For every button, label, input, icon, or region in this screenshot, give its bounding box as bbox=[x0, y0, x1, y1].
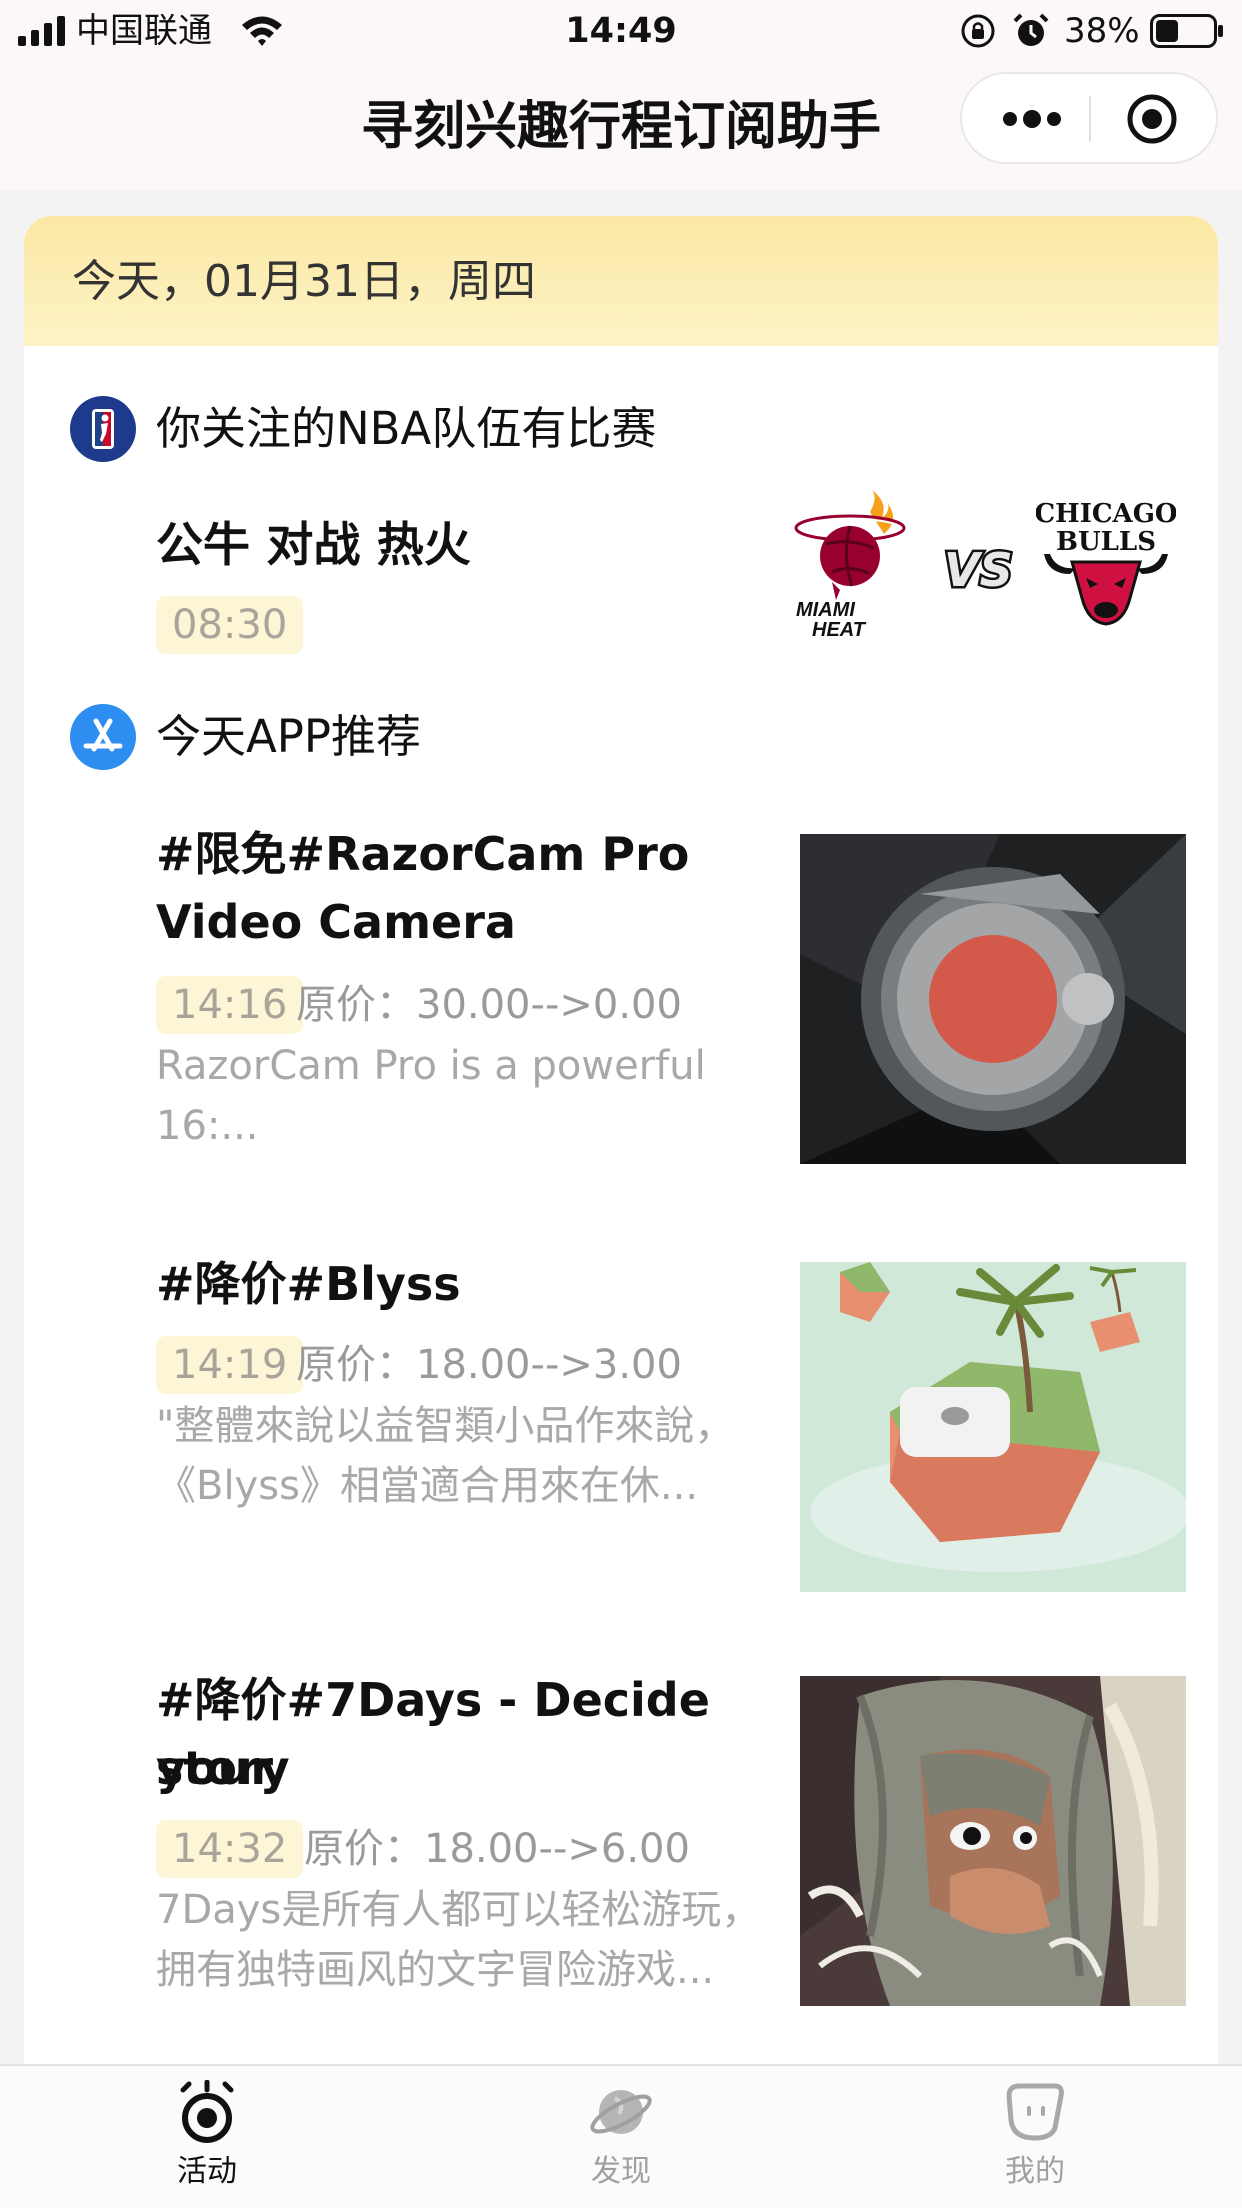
app-time-badge: 14:32 bbox=[156, 1820, 304, 1878]
nav-bar: 寻刻兴趣行程订阅助手 bbox=[0, 64, 1242, 190]
alarm-icon bbox=[1013, 13, 1049, 46]
app-description: 7Days是所有人都可以轻松游玩， bbox=[156, 1887, 762, 1933]
tab-label: 活动 bbox=[177, 2154, 237, 2189]
more-icon[interactable] bbox=[1000, 98, 1064, 140]
vs-label: VS bbox=[942, 541, 1016, 599]
price-change: 原价：18.00-->6.00 bbox=[304, 1826, 690, 1872]
planet-icon bbox=[590, 2090, 652, 2134]
app-title-line2: story bbox=[156, 1741, 290, 1795]
app-title: #限免#RazorCam Pro bbox=[156, 827, 690, 881]
chicago-bulls-logo: CHICAGO BULLS bbox=[1036, 499, 1176, 626]
mini-program-capsule bbox=[960, 72, 1218, 164]
heat-logo-word-2: HEAT bbox=[812, 619, 867, 638]
tab-activity[interactable]: 活动 bbox=[0, 2066, 414, 2208]
rotation-lock-icon bbox=[961, 14, 995, 48]
profile-icon bbox=[1006, 2083, 1064, 2141]
match-title[interactable]: 公牛 对战 热火 bbox=[156, 514, 471, 578]
date-header: 今天，01月31日，周四 bbox=[24, 216, 1218, 346]
app-description-line2: 16:... bbox=[156, 1103, 259, 1149]
app-time-badge: 14:19 bbox=[156, 1336, 304, 1394]
nba-icon bbox=[70, 396, 136, 462]
date-label: 今天，01月31日，周四 bbox=[72, 256, 536, 307]
vs-text: VS bbox=[944, 543, 1013, 597]
app-description-line2: 拥有独特画风的文字冒险游戏... bbox=[156, 1947, 715, 1993]
price-change: 原价：18.00-->3.00 bbox=[296, 1342, 682, 1388]
app-description: "整體來說以益智類小品作來說， bbox=[156, 1403, 735, 1449]
app-store-icon bbox=[70, 704, 136, 770]
7days-thumbnail bbox=[800, 1676, 1186, 2006]
activity-icon bbox=[180, 2080, 234, 2143]
battery-percent: 38% bbox=[1064, 11, 1140, 51]
bulls-logo-word-2: BULLS bbox=[1056, 527, 1156, 557]
blyss-thumbnail bbox=[800, 1262, 1186, 1592]
daily-schedule-card: 今天，01月31日，周四 你关注的NBA队伍有比赛 公牛 对战 热火 08:30… bbox=[24, 216, 1218, 2064]
tab-profile[interactable]: 我的 bbox=[828, 2066, 1242, 2208]
app-description: RazorCam Pro is a powerful bbox=[156, 1043, 706, 1089]
status-bar: 中国联通 14:49 38% bbox=[0, 0, 1242, 64]
app-title-line2: Video Camera bbox=[156, 895, 516, 949]
tab-discover[interactable]: 发现 bbox=[414, 2066, 828, 2208]
tab-bar: 活动 发现 我的 bbox=[0, 2064, 1242, 2208]
price-change: 原价：30.00-->0.00 bbox=[296, 982, 682, 1028]
nba-section-title: 你关注的NBA队伍有比赛 bbox=[156, 402, 657, 455]
heat-logo-word-1: MIAMI bbox=[796, 599, 855, 621]
close-miniprogram-icon[interactable] bbox=[1125, 92, 1179, 146]
app-title: #降价#Blyss bbox=[156, 1257, 461, 1311]
razorcam-thumbnail bbox=[800, 834, 1186, 1164]
app-description-line2: 《Blyss》相當適合用來在休... bbox=[156, 1463, 699, 1509]
clock: 14:49 bbox=[565, 11, 677, 51]
apps-section-title: 今天APP推荐 bbox=[156, 710, 422, 763]
tab-label: 发现 bbox=[591, 2154, 651, 2189]
capsule-divider bbox=[1089, 96, 1091, 142]
app-time-badge: 14:16 bbox=[156, 976, 304, 1034]
miami-heat-logo: MIAMI HEAT bbox=[794, 490, 906, 638]
match-time-badge: 08:30 bbox=[156, 596, 304, 654]
bulls-logo-word-1: CHICAGO bbox=[1036, 499, 1176, 529]
battery-icon bbox=[1150, 14, 1223, 48]
tab-label: 我的 bbox=[1005, 2154, 1065, 2189]
